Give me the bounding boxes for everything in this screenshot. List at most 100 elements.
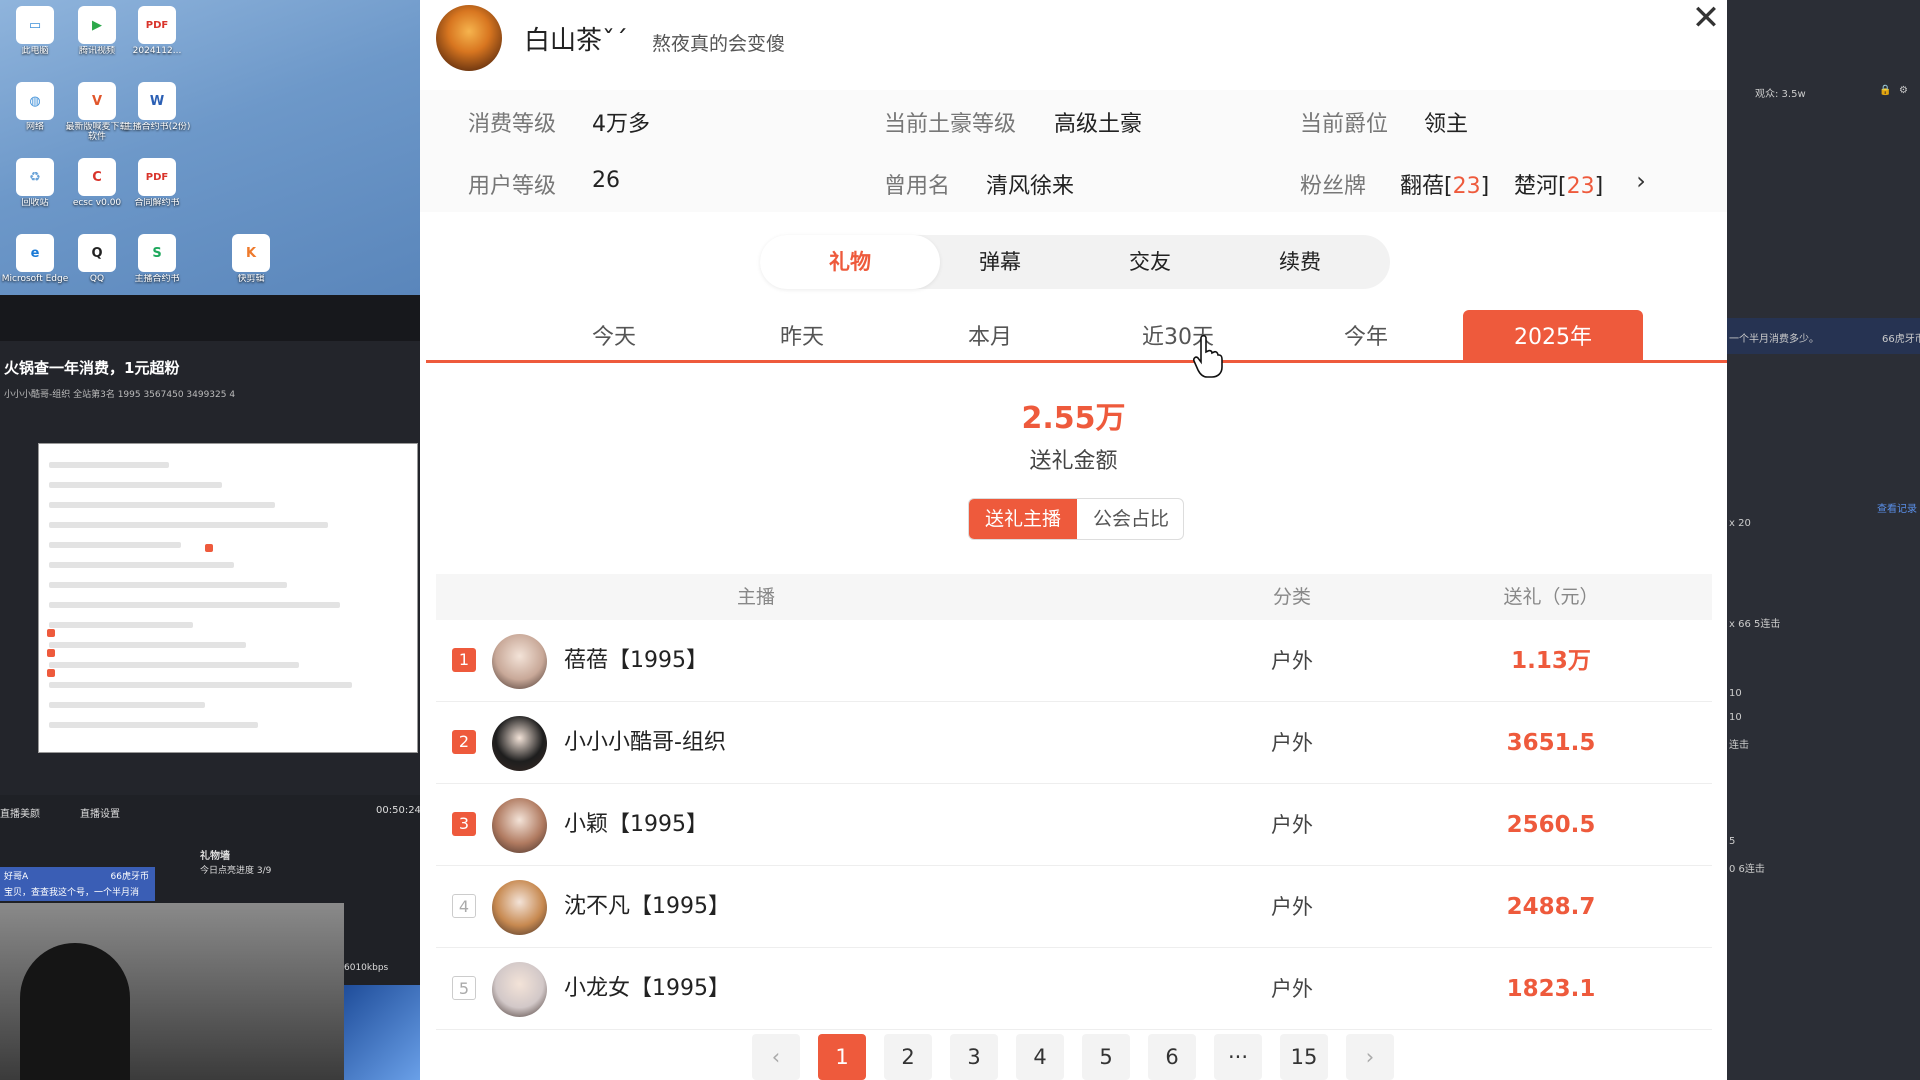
period-tab-2025[interactable]: 2025年: [1463, 310, 1643, 362]
period-tab-30days[interactable]: 近30天: [1088, 310, 1268, 360]
gift-line: 10: [1729, 712, 1742, 723]
streamer-category: 户外: [1271, 977, 1313, 1001]
desktop-icon-label: 快剪辑: [237, 274, 265, 284]
fan-badge[interactable]: 楚河[23]: [1514, 168, 1603, 200]
desktop-icon-label: 合同解约书: [134, 198, 180, 208]
webcam-view: [0, 903, 344, 1080]
desktop-icon[interactable]: e Microsoft Edge: [0, 228, 70, 302]
rank-badge: 3: [452, 812, 476, 836]
streamer-avatar[interactable]: [492, 962, 547, 1017]
page-button[interactable]: 5: [1082, 1034, 1130, 1080]
period-tab-month[interactable]: 本月: [900, 310, 1080, 360]
fan-badge[interactable]: 翻蓓[23]: [1400, 168, 1489, 200]
page-button[interactable]: 6: [1148, 1034, 1196, 1080]
preview-line: [49, 622, 193, 628]
gift-amount: 1823.1: [1506, 976, 1596, 1002]
app-icon: S: [138, 234, 176, 272]
desktop-icon[interactable]: ♻ 回收站: [0, 152, 70, 226]
table-row[interactable]: 4 沈不凡【1995】 户外 2488.7: [436, 866, 1712, 948]
gift-total-label: 送礼金额: [1029, 449, 1118, 474]
streamer-avatar[interactable]: [492, 716, 547, 771]
lock-icon[interactable]: 🔒: [1879, 85, 1891, 96]
subtab-guild-share[interactable]: 公会占比: [1077, 499, 1183, 539]
decorative-panel: [344, 985, 420, 1080]
desktop-icon-label: 回收站: [21, 198, 49, 208]
pagination: ‹ 1 2 3 4 5 6 ··· 15 ›: [752, 1034, 1412, 1080]
gift-amount: 2488.7: [1506, 894, 1596, 920]
bitrate: 6010kbps: [344, 963, 389, 973]
stream-preview-thumbnail: [38, 443, 418, 753]
chevron-left-icon[interactable]: ‹: [752, 1034, 800, 1080]
app-icon: ◍: [16, 82, 54, 120]
table-row[interactable]: 2 小小小酷哥-组织 户外 3651.5: [436, 702, 1712, 784]
close-icon[interactable]: ✕: [1688, 0, 1724, 36]
app-icon: PDF: [138, 6, 176, 44]
user-profile-dialog: ✕ 白山茶ˇˊ 熬夜真的会变傻 消费等级 4万多 当前土豪等级 高级土豪 当前爵…: [420, 0, 1727, 1080]
fan-badge-level: 23: [1452, 174, 1481, 199]
page-button[interactable]: 4: [1016, 1034, 1064, 1080]
streamer-avatar[interactable]: [492, 880, 547, 935]
desktop-icon[interactable]: PDF 2024112...: [122, 0, 192, 74]
desktop-icon[interactable]: ◍ 网络: [0, 76, 70, 150]
stream-top-bar: [0, 295, 420, 341]
right-chat-message: 一个半月消费多少。: [1729, 334, 1819, 345]
stream-settings-button[interactable]: 直播设置: [80, 805, 120, 820]
gift-line: 5: [1729, 836, 1736, 847]
fan-badge-label: 粉丝牌: [1300, 174, 1367, 199]
app-icon: C: [78, 158, 116, 196]
gift-wall-title: 礼物墙: [200, 851, 230, 862]
preview-line: [49, 662, 299, 668]
desktop-icon[interactable]: PDF 合同解约书: [122, 152, 192, 226]
desktop-icon-label: 此电脑: [21, 46, 49, 56]
user-level-label: 用户等级: [468, 174, 557, 199]
preview-line: [49, 462, 169, 468]
consume-level-label: 消费等级: [468, 112, 557, 137]
gift-line: 10: [1729, 688, 1742, 699]
preview-line: [49, 682, 352, 688]
gift-amount: 3651.5: [1506, 730, 1596, 756]
app-icon: W: [138, 82, 176, 120]
fan-badge-level: 23: [1566, 174, 1595, 199]
user-avatar: [436, 5, 502, 71]
tab-renewal[interactable]: 续费: [1210, 235, 1390, 289]
live-room-panel: 观众: 3.5w 🔒 ⚙ 一个半月消费多少。 66虎牙币 查看记录 x 20 x…: [1727, 0, 1920, 1080]
view-record-link[interactable]: 查看记录: [1877, 500, 1917, 515]
desktop-icon-label: 2024112...: [132, 46, 182, 56]
subtab-streamers[interactable]: 送礼主播: [969, 499, 1077, 539]
stream-panel: 火锅查一年消费，1元超粉 小小小酷哥-组织 全站第3名 1995 3567450…: [0, 295, 421, 1080]
app-icon: ▭: [16, 6, 54, 44]
table-row[interactable]: 5 小龙女【1995】 户外 1823.1: [436, 948, 1712, 1030]
streamer-name[interactable]: 沈不凡【1995】: [564, 866, 730, 948]
streamer-name[interactable]: 蓓蓓【1995】: [564, 620, 708, 702]
chevron-right-icon[interactable]: ›: [1628, 168, 1654, 194]
chevron-right-icon[interactable]: ›: [1346, 1034, 1394, 1080]
streamer-name[interactable]: 小龙女【1995】: [564, 948, 730, 1030]
preview-accent: [47, 629, 55, 637]
streamer-name[interactable]: 小小小酷哥-组织: [564, 702, 726, 784]
streamer-avatar[interactable]: [492, 634, 547, 689]
streamer-silhouette: [20, 943, 130, 1080]
table-row[interactable]: 1 蓓蓓【1995】 户外 1.13万: [436, 620, 1712, 702]
user-info-panel: 消费等级 4万多 当前土豪等级 高级土豪 当前爵位 领主 用户等级 26 曾用名…: [420, 90, 1727, 212]
streamer-name[interactable]: 小颖【1995】: [564, 784, 708, 866]
desktop-icon[interactable]: W 主播合约书(2份): [122, 76, 192, 150]
desktop-icon[interactable]: K 快剪辑: [216, 228, 286, 302]
page-button[interactable]: 1: [818, 1034, 866, 1080]
page-button[interactable]: ···: [1214, 1034, 1262, 1080]
desktop-icon[interactable]: ▭ 此电脑: [0, 0, 70, 74]
page-button[interactable]: 15: [1280, 1034, 1328, 1080]
streamer-avatar[interactable]: [492, 798, 547, 853]
period-tab-yesterday[interactable]: 昨天: [712, 310, 892, 360]
gift-line: x 20: [1729, 518, 1751, 529]
period-tab-this-year[interactable]: 今年: [1276, 310, 1456, 360]
page-button[interactable]: 2: [884, 1034, 932, 1080]
beauty-button[interactable]: 直播美颜: [0, 805, 40, 820]
period-tabs: 今天 昨天 本月 近30天 今年 2025年: [426, 310, 1727, 362]
page-button[interactable]: 3: [950, 1034, 998, 1080]
rank-badge: 2: [452, 730, 476, 754]
table-row[interactable]: 3 小颖【1995】 户外 2560.5: [436, 784, 1712, 866]
column-header-streamer: 主播: [736, 586, 775, 608]
settings-icon[interactable]: ⚙: [1899, 85, 1908, 96]
period-tab-today[interactable]: 今天: [524, 310, 704, 360]
desktop-icon[interactable]: S 主播合约书: [122, 228, 192, 302]
